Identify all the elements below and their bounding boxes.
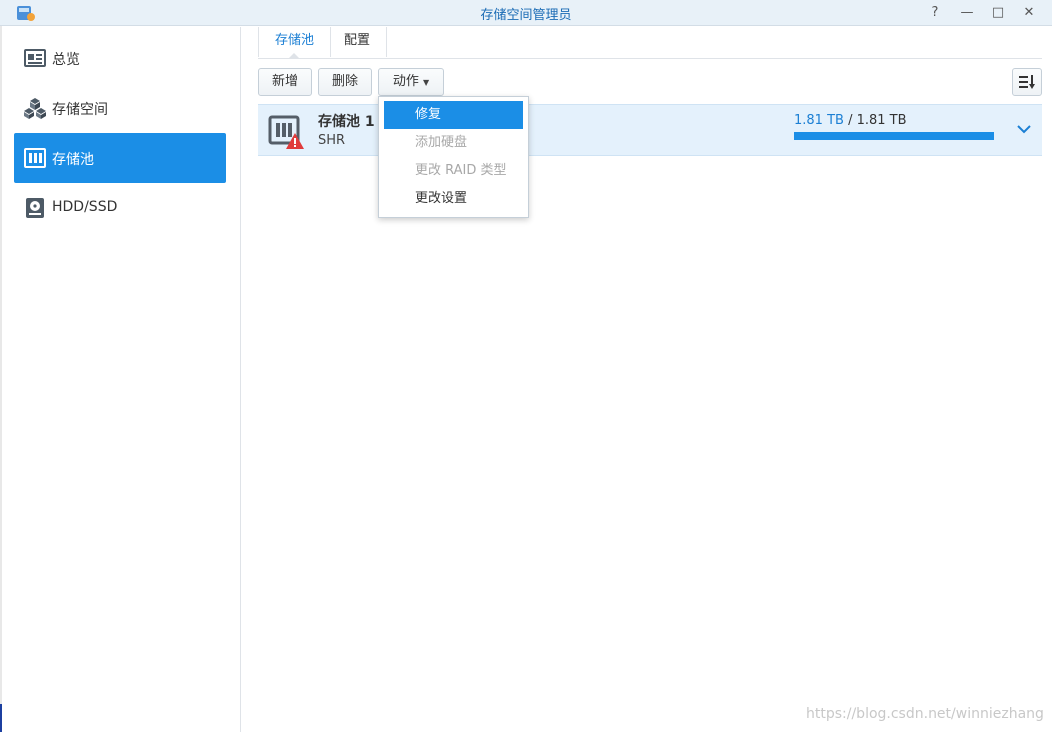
action-menu: 修复 添加硬盘 更改 RAID 类型 更改设置 <box>378 96 529 218</box>
main-panel: 存储池 配置 新增 删除 动作 ▼ 存储池 1 SHR 1.81 TB / 1.… <box>242 27 1052 732</box>
capacity-separator: / <box>843 113 857 128</box>
sort-button[interactable] <box>1012 68 1042 96</box>
volume-cubes-icon <box>24 98 46 119</box>
storage-pool-icon <box>268 115 304 149</box>
sidebar-item-volume[interactable]: 存储空间 <box>14 83 226 133</box>
minimize-button[interactable]: — <box>956 3 978 23</box>
storage-pool-icon <box>24 148 46 168</box>
hdd-icon <box>26 198 44 218</box>
overview-icon <box>24 49 46 67</box>
sidebar-item-label: 存储池 <box>52 152 94 168</box>
sidebar-item-storage-pool[interactable]: 存储池 <box>14 133 226 183</box>
pool-raid-type: SHR <box>318 133 346 148</box>
pool-total: 1.81 TB <box>856 113 907 128</box>
tab-config[interactable]: 配置 <box>328 27 388 57</box>
storage-manager-window: 存储空间管理员 ? — □ ✕ 总览 存储空间 存储池 HDD/SSD 存储池 … <box>0 0 1052 732</box>
help-button[interactable]: ? <box>924 3 946 23</box>
menu-item-add-disk[interactable]: 添加硬盘 <box>384 129 523 157</box>
delete-button[interactable]: 删除 <box>318 68 372 96</box>
menu-item-change-settings[interactable]: 更改设置 <box>384 185 523 213</box>
caret-down-icon: ▼ <box>423 78 430 87</box>
sidebar-item-label: 存储空间 <box>52 102 108 118</box>
pool-name: 存储池 1 <box>318 114 375 130</box>
sidebar-item-label: 总览 <box>52 52 80 68</box>
new-button[interactable]: 新增 <box>258 68 312 96</box>
sidebar-item-overview[interactable]: 总览 <box>14 33 226 83</box>
sidebar-item-label: HDD/SSD <box>52 199 118 215</box>
pool-usage-bar <box>794 132 994 140</box>
menu-item-repair[interactable]: 修复 <box>384 101 523 129</box>
action-button[interactable]: 动作 ▼ <box>378 68 444 96</box>
action-button-label: 动作 <box>392 74 419 89</box>
watermark: https://blog.csdn.net/winniezhang <box>806 706 1044 722</box>
pool-capacity: 1.81 TB / 1.81 TB <box>794 113 907 128</box>
active-tab-indicator <box>288 53 300 59</box>
pool-used: 1.81 TB <box>794 113 844 128</box>
chevron-down-icon[interactable] <box>1014 119 1034 139</box>
title-bar: 存储空间管理员 ? — □ ✕ <box>0 0 1052 26</box>
sidebar: 总览 存储空间 存储池 HDD/SSD <box>2 27 241 732</box>
sort-icon <box>1019 75 1035 89</box>
tab-bar: 存储池 配置 <box>258 27 1042 59</box>
pool-usage-fill <box>794 132 994 140</box>
maximize-button[interactable]: □ <box>987 3 1009 23</box>
sidebar-item-hdd-ssd[interactable]: HDD/SSD <box>14 183 226 233</box>
close-button[interactable]: ✕ <box>1018 3 1040 23</box>
menu-item-change-raid-type[interactable]: 更改 RAID 类型 <box>384 157 523 185</box>
window-title: 存储空间管理员 <box>480 8 572 23</box>
storage-pool-row[interactable]: 存储池 1 SHR 1.81 TB / 1.81 TB <box>258 104 1042 156</box>
